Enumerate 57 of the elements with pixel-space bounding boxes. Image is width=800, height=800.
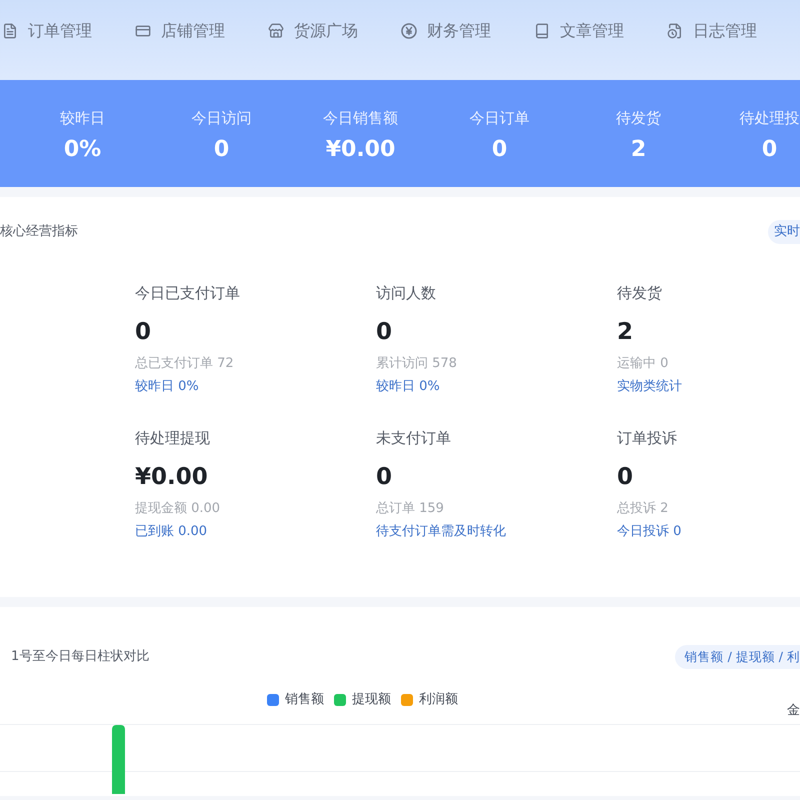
nav-item[interactable]: 订单管理	[2, 21, 92, 41]
metric-note: 实物类统计	[617, 378, 682, 396]
metric-value: 2	[617, 318, 634, 347]
file-clock-icon	[667, 23, 683, 39]
nav-item[interactable]: 店铺管理	[135, 21, 225, 41]
metric-subtext: 提现金额 0.00	[135, 500, 220, 518]
stat-label: 待处理投	[740, 108, 800, 128]
metric-subtext: 累计访问 578	[376, 355, 457, 373]
metric-subtext: 总已支付订单 72	[135, 355, 234, 373]
metric-label: 待发货	[617, 283, 662, 303]
metric-value: 0	[376, 318, 392, 347]
stat-value: 0%	[64, 136, 102, 164]
stat-value: 2	[630, 136, 646, 164]
stat-label: 待发货	[616, 108, 661, 128]
metric-note: 较昨日 0%	[376, 378, 440, 396]
metric-value: 0	[376, 463, 392, 492]
metric-subtext: 总订单 159	[376, 500, 444, 518]
metric-note: 已到账 0.00	[135, 523, 208, 541]
metric-note: 较昨日 0%	[135, 378, 199, 396]
stat-label: 较昨日	[60, 108, 105, 128]
metric-value: 0	[617, 463, 634, 492]
legend-label: 提现额	[352, 691, 391, 709]
metric-value: 0	[135, 318, 152, 347]
chart-bar	[112, 725, 125, 794]
stat-value: 0	[492, 136, 508, 164]
metric-label: 未支付订单	[376, 428, 451, 448]
document-icon	[2, 23, 18, 39]
section-title: 1号至今日每日柱状对比	[11, 648, 150, 666]
metric-label: 待处理提现	[135, 428, 210, 448]
card-icon	[135, 23, 151, 39]
section-title: 核心经营指标	[0, 223, 78, 241]
axis-label: 金	[787, 702, 800, 720]
metric-subtext: 运输中 0	[617, 355, 668, 373]
metric-value: ¥0.00	[135, 463, 208, 492]
metric-label: 访问人数	[376, 283, 436, 303]
metric-label: 今日已支付订单	[135, 283, 240, 303]
nav-item[interactable]: 财务管理	[401, 21, 491, 41]
metric-subtext: 总投诉 2	[617, 500, 668, 518]
stat-label: 今日销售额	[323, 108, 398, 128]
yen-coin-icon	[401, 23, 417, 39]
stat-label: 今日访问	[192, 108, 252, 128]
stat-value: 0	[214, 136, 230, 164]
nav-item[interactable]: 文章管理	[534, 21, 624, 41]
metric-note: 待支付订单需及时转化	[376, 523, 506, 541]
stat-value: ¥0.00	[326, 136, 396, 164]
nav-item[interactable]: 日志管理	[667, 21, 757, 41]
stat-value: 0	[762, 136, 778, 164]
metric-label: 订单投诉	[617, 428, 677, 448]
book-icon	[534, 23, 550, 39]
nav-item[interactable]: 货源广场	[268, 21, 358, 41]
legend-label: 销售额	[285, 691, 324, 709]
status-badge: 实时	[768, 220, 800, 244]
metric-note: 今日投诉 0	[617, 523, 682, 541]
store-icon	[268, 23, 284, 39]
legend-label: 利润额	[419, 691, 458, 709]
series-pill: 销售额 / 提现额 / 利	[674, 645, 800, 669]
stat-label: 今日订单	[470, 108, 530, 128]
